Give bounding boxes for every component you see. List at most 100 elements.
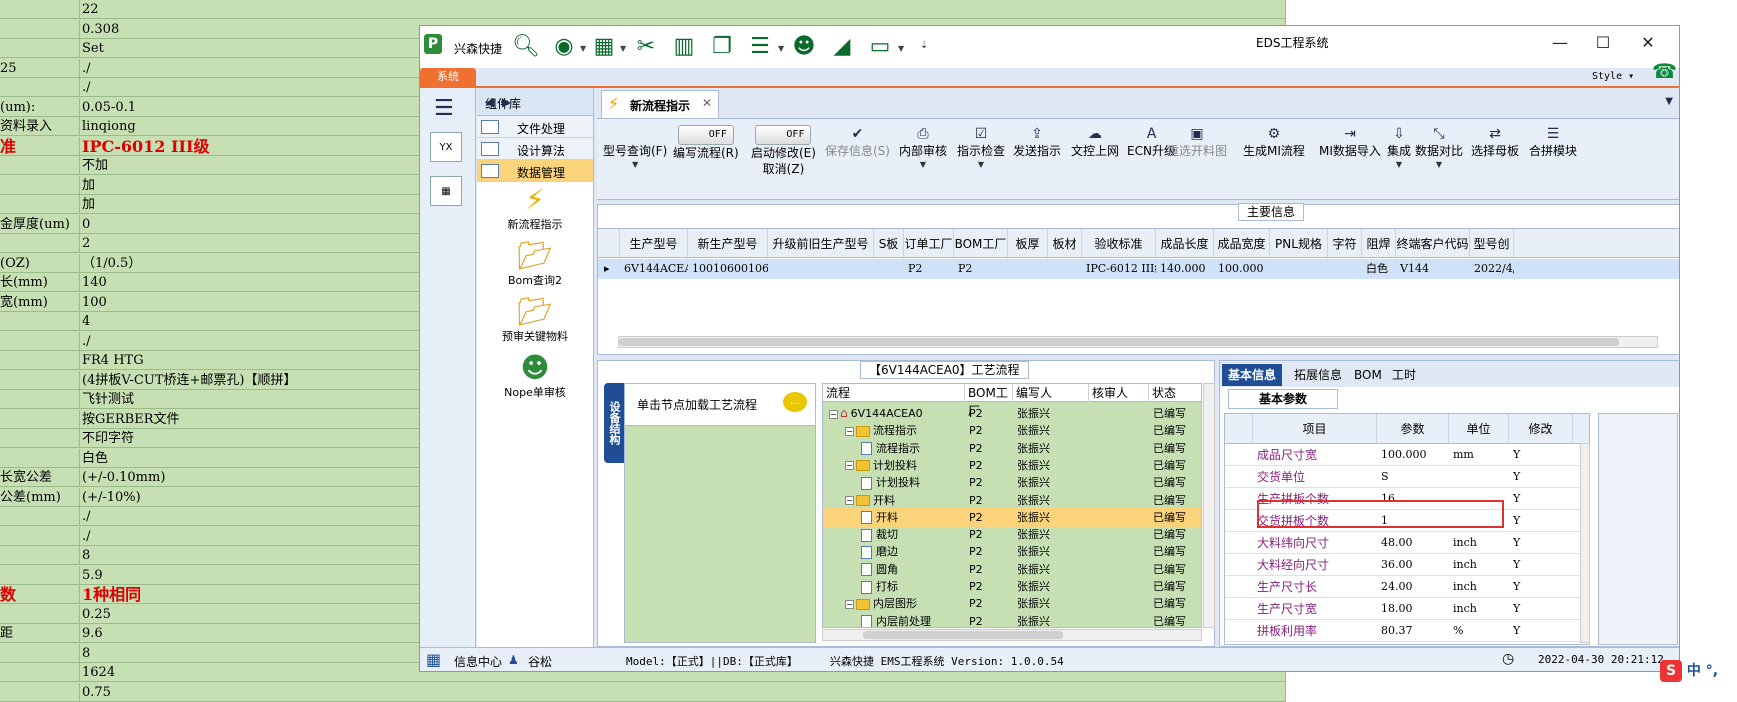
horizontal-scrollbar[interactable] [822, 629, 1202, 641]
ribbon-button[interactable]: ⎙ 内部审核 ▼ [899, 125, 947, 171]
globe-icon[interactable]: ◉ [550, 34, 578, 60]
table-row[interactable]: 成品尺寸宽 100.000 mm Y [1225, 444, 1589, 466]
table-row[interactable]: 大料经向尺寸 36.00 inch Y [1225, 554, 1589, 576]
tab-param[interactable]: 工时 [1386, 364, 1422, 386]
tree-column-header[interactable]: 核审人 [1089, 384, 1149, 402]
ribbon-button[interactable]: ⚙ 生成MI流程 [1243, 125, 1305, 159]
table-row[interactable]: 交货单位 S Y [1225, 466, 1589, 488]
table-row[interactable]: 拼板利用率 80.37% Y [1225, 620, 1589, 642]
type-query-button[interactable]: 型号查询(F) ▼ [603, 125, 667, 171]
phone-icon[interactable]: ☎ [1652, 59, 1677, 83]
close-tab-icon[interactable]: ✕ [702, 96, 712, 110]
edit-flow-toggle[interactable]: OFF 编写流程(R) [673, 125, 739, 161]
scrollbar-thumb[interactable] [619, 338, 1619, 346]
vertical-scrollbar[interactable] [1580, 443, 1590, 643]
hamburger-menu-icon[interactable]: ☰ [434, 96, 454, 121]
column-header[interactable]: 字符 [1328, 229, 1362, 259]
tree-node[interactable]: − 计划投料 [845, 456, 969, 475]
edit-flow-switch[interactable]: OFF [677, 125, 734, 145]
tab-param[interactable]: 基本信息 [1222, 364, 1283, 386]
table-row[interactable]: ▸ 6V144ACEA0 10010600106994 P2 P2 IPC-6012 II… [598, 259, 1679, 279]
scissors-icon[interactable]: ✂ [632, 34, 660, 60]
tree-row[interactable]: 计划投料 P2 张振兴 已编写 [823, 473, 1201, 492]
column-header[interactable]: 终端客户代码 [1396, 229, 1470, 259]
column-header[interactable]: 板材 [1048, 229, 1082, 259]
tree-node[interactable]: − 开料 [845, 491, 969, 510]
ribbon-button[interactable]: ☰ 合拼模块 [1529, 125, 1577, 159]
column-header[interactable]: 型号创 [1470, 229, 1514, 259]
tree-node[interactable]: 流程指示 [861, 439, 969, 458]
tree-node[interactable]: 裁切 [861, 525, 969, 544]
column-header[interactable]: BOM工厂 [954, 229, 1008, 259]
param-column-header[interactable]: 项目 [1253, 414, 1377, 444]
param-value-cell[interactable]: 36.00 [1381, 554, 1447, 576]
column-header[interactable]: PNL规格 [1270, 229, 1328, 259]
chevron-down-icon[interactable]: ▼ [620, 44, 626, 53]
ribbon-button[interactable]: ⇩ 集成 ▼ [1387, 125, 1411, 171]
param-value-cell[interactable]: 24.00 [1381, 576, 1447, 598]
param-column-header[interactable]: 参数 [1377, 414, 1449, 444]
tree-row[interactable]: 内层前处理 P2 张振兴 已编写 [823, 612, 1201, 627]
chevron-down-icon[interactable]: ▼ [580, 44, 586, 53]
chevron-down-icon[interactable]: ▼ [778, 44, 784, 53]
tab-new-flow[interactable]: ⚡ 新流程指示 ✕ [601, 90, 719, 118]
column-header[interactable]: 新生产型号 [688, 229, 768, 259]
tree-node[interactable]: 磨边 [861, 542, 969, 561]
start-edit-toggle[interactable]: OFF 启动修改(E) 取消(Z) [751, 125, 816, 177]
tree-row[interactable]: − 开料 P2 张振兴 已编写 [823, 491, 1201, 510]
table-row[interactable]: 大料纬向尺寸 48.00 inch Y [1225, 532, 1589, 554]
style-dropdown[interactable]: Style ▾ [1592, 71, 1634, 82]
library-shortcut[interactable]: ☻ Nope单审核 [477, 352, 593, 408]
column-header[interactable]: 成品长度 [1156, 229, 1214, 259]
library-shortcut[interactable]: 📂︎ 预审关键物料 [477, 296, 593, 352]
tree-node[interactable]: 圆角 [861, 560, 969, 579]
column-header[interactable]: 升级前旧生产型号 [768, 229, 874, 259]
grid-icon[interactable]: ▦ [590, 34, 618, 60]
expand-toggle-icon[interactable]: − [845, 426, 854, 436]
column-header[interactable]: S板 [874, 229, 904, 259]
tree-node[interactable]: 开料 [861, 508, 969, 527]
tree-column-header[interactable]: 编写人 [1013, 384, 1089, 402]
tab-param[interactable]: BOM [1348, 364, 1388, 386]
column-header[interactable]: 生产型号 [620, 229, 688, 259]
copy-icon[interactable]: ❐ [708, 34, 736, 60]
tree-node[interactable]: 打标 [861, 577, 969, 596]
ribbon-button[interactable]: ☁ 文控上网 [1071, 125, 1119, 159]
info-center-link[interactable]: 信息中心 [454, 653, 502, 670]
expand-toggle-icon[interactable]: − [829, 409, 838, 419]
tree-node[interactable]: − ⌂ 6V144ACEA0 [829, 404, 969, 423]
collapse-arrows-icon[interactable]: ◀ ▶ [485, 95, 589, 109]
expand-toggle-icon[interactable]: − [845, 461, 854, 471]
minimize-button[interactable]: — [1540, 32, 1580, 54]
column-header[interactable]: 验收标准 [1082, 229, 1156, 259]
library-item[interactable]: 数据管理 [477, 160, 593, 182]
expand-toggle-icon[interactable]: − [845, 496, 854, 505]
equipment-structure-tab[interactable]: 设备结构 [604, 383, 624, 463]
close-button[interactable]: ✕ [1628, 32, 1668, 54]
start-edit-switch[interactable]: OFF [755, 125, 812, 145]
vertical-scrollbar[interactable] [1203, 383, 1215, 628]
column-header[interactable]: 阻焊 [1362, 229, 1396, 259]
tree-row[interactable]: 裁切 P2 张振兴 已编写 [823, 525, 1201, 544]
maximize-button[interactable]: ☐ [1583, 32, 1623, 54]
tab-list-dropdown-icon[interactable]: ▼ [1665, 96, 1673, 107]
param-value-cell[interactable]: 100.000 [1381, 444, 1447, 466]
tree-column-header[interactable]: BOM工厂 [965, 384, 1013, 418]
tree-row[interactable]: − 流程指示 P2 张振兴 已编写 [823, 421, 1201, 440]
calculator-icon[interactable]: ▦ [430, 176, 462, 206]
tree-row[interactable]: − 内层图形 P2 张振兴 已编写 [823, 594, 1201, 613]
tree-column-header[interactable]: 状态 [1149, 384, 1201, 402]
tree-row[interactable]: − 计划投料 P2 张振兴 已编写 [823, 456, 1201, 475]
ribbon-button[interactable]: ⇥ MI数据导入 [1319, 125, 1381, 159]
system-menu-tab[interactable]: 系统 [420, 68, 476, 86]
list-icon[interactable]: ☰ [746, 34, 774, 60]
library-item[interactable]: 设计算法 [477, 138, 593, 160]
ribbon-button[interactable]: ⇄ 选择母板 [1471, 125, 1519, 159]
chevron-down-icon[interactable]: ▼ [898, 44, 904, 53]
column-header[interactable]: 成品宽度 [1214, 229, 1270, 259]
tab-param[interactable]: 拓展信息 [1288, 364, 1348, 386]
param-column-header[interactable]: 修改 [1509, 414, 1573, 444]
param-value-cell[interactable]: S [1381, 466, 1447, 488]
library-item[interactable]: 文件处理 [477, 116, 593, 138]
tree-row[interactable]: 开料 P2 张振兴 已编写 [823, 507, 1201, 527]
